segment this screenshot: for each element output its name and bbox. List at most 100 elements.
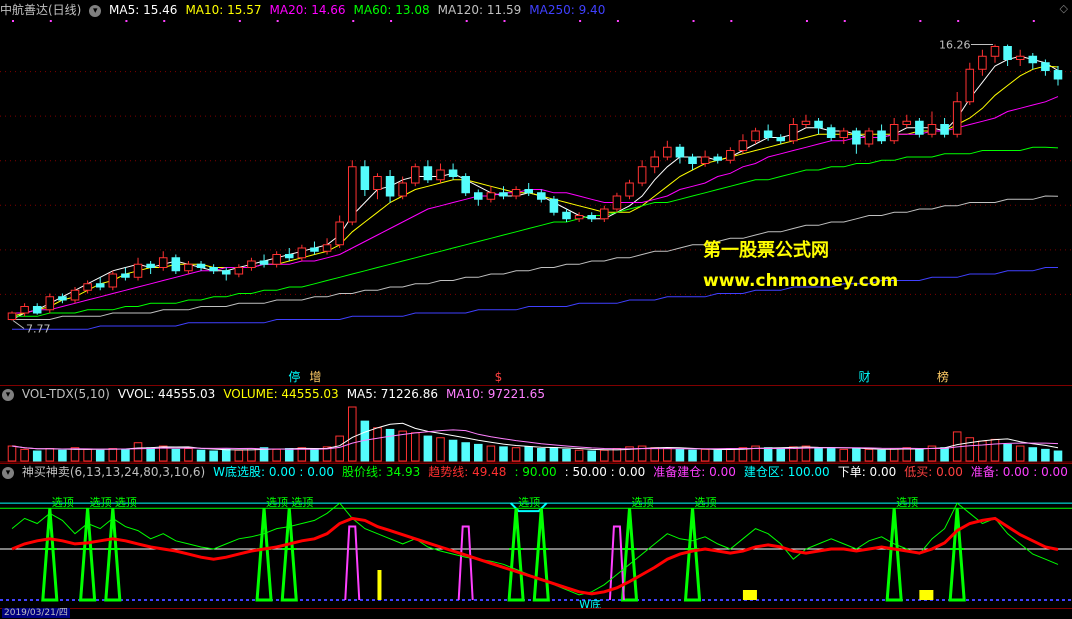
indicator-label-3: 趋势线: 49.48 — [428, 465, 507, 479]
date-bar: 2019/03/21/四 — [0, 608, 1072, 619]
event-mark[interactable]: 财 — [858, 370, 870, 384]
candle-body — [726, 150, 735, 161]
price-chart[interactable]: 16.26 7.77 停增 $ 财 榜 — [0, 19, 1072, 385]
volume-bar — [184, 448, 193, 462]
candle-body — [1028, 55, 1038, 64]
volume-bar — [221, 448, 231, 462]
volume-bar — [763, 447, 773, 462]
volume-bar — [398, 430, 407, 462]
volume-bar — [864, 448, 874, 462]
indicator-label-5: : 50.00 : 0.00 — [564, 465, 646, 479]
volume-bar — [171, 448, 181, 462]
volume-bar — [121, 448, 130, 462]
volume-bar — [1015, 445, 1025, 462]
candle-body — [259, 260, 269, 265]
candle-body — [83, 283, 92, 291]
indicator-label-6: 准备建仓: 0.00 — [653, 465, 736, 479]
peak-marker — [507, 508, 525, 602]
event-mark[interactable]: 榜 — [937, 369, 949, 384]
volume-bar — [889, 448, 899, 462]
volume-chart[interactable] — [0, 403, 1072, 463]
candle-body — [121, 273, 130, 278]
candle-body — [196, 263, 206, 268]
main-header: 中航善达(日线) ▾ MA5: 15.46 MA10: 15.57 MA20: 14… — [0, 1, 621, 19]
indicator-label-4: : 90.00 — [514, 465, 557, 479]
peak-label: 选顶 — [695, 496, 717, 509]
signal-dot — [692, 20, 695, 22]
volume-bar — [814, 447, 823, 462]
candle-body — [650, 156, 660, 168]
candle-body — [95, 283, 105, 288]
indicator-label-7: 建仓区: 100.00 — [743, 465, 830, 479]
signal-dot — [616, 20, 619, 22]
candle-body — [272, 254, 281, 265]
volume-bar — [726, 448, 735, 462]
yellow-bar — [377, 570, 382, 600]
volume-label-1: VVOL: 44555.03 — [117, 387, 216, 401]
candle-body — [499, 192, 508, 197]
signal-dot — [503, 20, 506, 22]
volume-bar — [562, 448, 571, 462]
candle-body — [864, 130, 874, 145]
candle-body — [45, 296, 55, 311]
indicator-label-8: 下单: 0.00 — [837, 465, 897, 479]
signal-dot — [1032, 20, 1035, 22]
volume-header: ▾ VOL-TDX(5,10) VVOL: 44555.03 VOLUME: 445… — [0, 385, 561, 403]
volume-bar — [902, 447, 912, 462]
candle-body — [1041, 62, 1050, 72]
event-mark[interactable]: 停 — [288, 369, 300, 384]
candle-body — [562, 211, 571, 220]
peak-label: 选顶 — [266, 496, 288, 509]
stock-title: 中航善达(日线) — [0, 3, 82, 17]
volume-bar — [373, 427, 382, 462]
candle-body — [373, 176, 382, 190]
volume-bar — [915, 448, 924, 462]
indicator-chart[interactable]: 选顶 选顶 选顶 选顶 选顶 选顶 选顶 选顶 选顶W底 — [0, 478, 1072, 608]
yellow-bar — [919, 590, 934, 600]
volume-labels: VOL-TDX(5,10) VVOL: 44555.03 VOLUME: 44555… — [22, 387, 553, 401]
volume-bar — [448, 439, 458, 462]
indicator-label-0: 神买神卖(6,13,13,24,80,3,10,6) — [21, 465, 206, 479]
candle-body — [461, 176, 470, 194]
peak-marker — [280, 508, 298, 602]
indicator-label-1: W底选股: 0.00 : 0.00 — [213, 465, 334, 479]
candle-body — [423, 166, 433, 181]
peak-label: 选顶 — [52, 496, 74, 509]
event-mark[interactable]: 增 — [309, 370, 321, 384]
event-mark[interactable]: $ — [495, 370, 503, 384]
candle-body — [511, 189, 521, 197]
volume-bar — [1053, 450, 1063, 462]
candle-body — [247, 260, 256, 268]
volume-bar — [272, 448, 281, 462]
watermark-url: www.chnmoney.com — [703, 271, 899, 291]
volume-bar — [335, 435, 344, 462]
chevron-down-icon[interactable]: ▾ — [2, 388, 14, 401]
volume-bar — [839, 448, 849, 462]
ma-label-5: MA250: 9.40 — [529, 3, 606, 17]
ma-label-4: MA120: 11.59 — [437, 3, 522, 17]
candle-body — [221, 270, 231, 275]
ma-labels: MA5: 15.46 MA10: 15.57 MA20: 14.66 MA60: 13… — [109, 3, 613, 17]
candle-body — [814, 120, 823, 129]
volume-bar — [32, 450, 42, 462]
volume-bar — [675, 448, 685, 462]
candle-body — [1015, 55, 1025, 60]
volume-bar — [549, 447, 559, 462]
signal-dot — [843, 20, 846, 22]
peak-label: 选顶 — [90, 496, 112, 509]
volume-bar — [423, 435, 433, 462]
peak-marker — [41, 508, 59, 602]
chevron-down-icon[interactable]: ▾ — [2, 466, 14, 479]
candle-body — [146, 263, 155, 268]
peak-marker — [78, 508, 97, 602]
volume-bar — [385, 428, 395, 462]
volume-bar — [83, 448, 92, 462]
chevron-down-icon[interactable]: ▾ — [89, 4, 102, 17]
settings-icon[interactable]: ◇ — [1060, 2, 1068, 15]
peak-label: 选顶 — [896, 496, 918, 509]
signal-dot — [805, 20, 808, 22]
volume-bar — [1028, 447, 1038, 462]
volume-bar — [965, 437, 975, 462]
volume-bar — [511, 447, 521, 462]
candle-body — [58, 296, 67, 301]
